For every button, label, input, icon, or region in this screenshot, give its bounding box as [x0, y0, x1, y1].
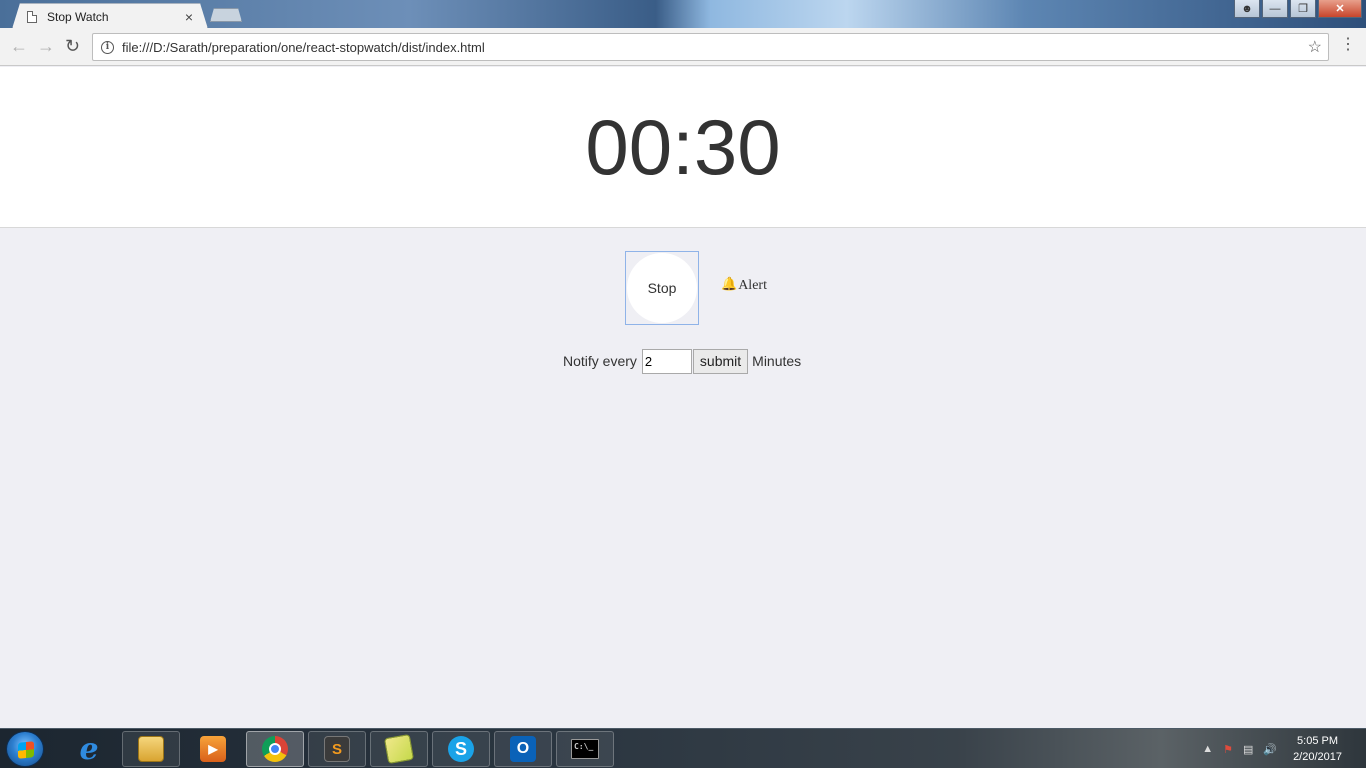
- show-hidden-icons-icon[interactable]: ▲: [1202, 743, 1213, 755]
- taskbar-windows-explorer[interactable]: [122, 731, 180, 767]
- taskbar-outlook[interactable]: O: [494, 731, 552, 767]
- taskbar-command-prompt[interactable]: C:\_: [556, 731, 614, 767]
- page-icon: [27, 10, 37, 23]
- chrome-icon: [262, 736, 288, 762]
- taskbar-media-player[interactable]: ▶: [184, 731, 242, 767]
- tab-title: Stop Watch: [47, 9, 109, 24]
- browser-toolbar: ← → ↻ i file:///D:/Sarath/preparation/on…: [0, 28, 1366, 66]
- sticky-notes-icon: [383, 733, 415, 765]
- new-tab-button[interactable]: [210, 8, 242, 22]
- network-icon[interactable]: ▤: [1243, 743, 1253, 756]
- sublime-text-icon: S: [324, 736, 350, 762]
- stop-button[interactable]: Stop: [627, 253, 697, 323]
- stop-button-focus-ring: Stop: [625, 251, 699, 325]
- notify-suffix-label: Minutes: [752, 353, 802, 369]
- close-window-button[interactable]: ✕: [1318, 0, 1362, 18]
- timer-display: 00:30: [585, 102, 781, 191]
- notify-interval-input[interactable]: [641, 348, 692, 374]
- timer-panel: 00:30: [0, 67, 1366, 228]
- user-icon[interactable]: ☻: [1234, 0, 1260, 18]
- alert-toggle[interactable]: 🔔 Alert: [721, 276, 767, 294]
- address-bar[interactable]: i file:///D:/Sarath/preparation/one/reac…: [92, 33, 1329, 61]
- restore-button[interactable]: ❐: [1290, 0, 1316, 18]
- notify-prefix-label: Notify every: [563, 353, 637, 369]
- url-text[interactable]: file:///D:/Sarath/preparation/one/react-…: [122, 40, 1308, 55]
- action-center-flag-icon[interactable]: ⚑: [1223, 743, 1233, 756]
- skype-icon: S: [448, 736, 474, 762]
- start-button[interactable]: [6, 731, 44, 767]
- notify-form: Notify every submit Minutes: [563, 348, 801, 374]
- taskbar-sublime-text[interactable]: S: [308, 731, 366, 767]
- minimize-button[interactable]: —: [1262, 0, 1288, 18]
- alert-label: Alert: [738, 278, 767, 293]
- bell-icon: 🔔: [721, 276, 738, 291]
- taskbar-google-chrome[interactable]: [246, 731, 304, 767]
- window-controls: ☻ — ❐ ✕: [1234, 0, 1362, 18]
- tab-close-icon[interactable]: ×: [185, 9, 193, 25]
- internet-explorer-icon: e: [79, 731, 99, 767]
- bookmark-star-icon[interactable]: ☆: [1308, 37, 1322, 57]
- clock-date: 2/20/2017: [1293, 751, 1342, 763]
- forward-arrow-icon[interactable]: →: [37, 37, 55, 55]
- folder-icon: [138, 736, 164, 762]
- tab-stop-watch[interactable]: Stop Watch ×: [12, 3, 208, 29]
- volume-icon[interactable]: 🔊: [1263, 743, 1277, 756]
- browser-menu-icon[interactable]: ⋮: [1340, 37, 1356, 53]
- reload-icon[interactable]: ↻: [65, 37, 80, 55]
- info-icon[interactable]: i: [101, 40, 114, 54]
- submit-button[interactable]: submit: [692, 348, 749, 374]
- command-prompt-icon: C:\_: [571, 739, 599, 759]
- taskbar-internet-explorer[interactable]: e: [60, 731, 118, 767]
- system-tray: ▲ ⚑ ▤ 🔊 5:05 PM 2/20/2017: [1202, 729, 1366, 768]
- media-player-icon: ▶: [200, 736, 226, 762]
- taskbar-sticky-notes[interactable]: [370, 731, 428, 767]
- outlook-icon: O: [510, 736, 536, 762]
- system-clock[interactable]: 5:05 PM 2/20/2017: [1293, 733, 1342, 765]
- taskbar-skype[interactable]: S: [432, 731, 490, 767]
- back-arrow-icon[interactable]: ←: [10, 37, 28, 55]
- windows-taskbar: e ▶ S S O C:\_ ▲ ⚑ ▤ 🔊 5:05 PM 2/20/2017: [0, 728, 1366, 768]
- clock-time: 5:05 PM: [1297, 735, 1339, 747]
- window-titlebar: Stop Watch × ☻ — ❐ ✕: [0, 0, 1366, 29]
